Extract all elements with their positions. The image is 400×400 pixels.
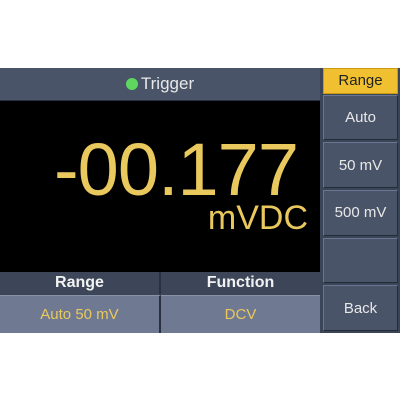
status-value-function: DCV [161,295,320,333]
trigger-status-label: Trigger [140,74,195,93]
title-bar: Trigger [0,68,320,101]
status-value-range: Auto 50 mV [0,295,161,333]
status-table-values: Auto 50 mV DCV [0,295,320,333]
status-header-function: Function [161,272,320,294]
trigger-status-dot-icon [125,78,138,90]
softkey-50mv-button[interactable]: 50 mV [323,142,398,189]
softkey-menu-title: Range [323,68,398,94]
status-header-range: Range [0,272,161,294]
measurement-unit: mVDC [207,199,308,237]
softkey-auto-button[interactable]: Auto [323,94,398,141]
main-display: Trigger -00.177 mVDC Range Function Auto… [0,68,320,333]
softkey-500mv-button[interactable]: 500 mV [323,190,398,236]
status-table-headers: Range Function [0,272,320,294]
softkey-menu: Range Auto 50 mV 500 mV Back [321,68,400,333]
measurement-value: -00.177 [54,128,299,211]
multimeter-screen: Trigger -00.177 mVDC Range Function Auto… [0,68,400,333]
softkey-empty-button[interactable] [323,237,398,284]
reading-area: -00.177 mVDC [0,101,320,272]
softkey-back-button[interactable]: Back [323,285,398,331]
